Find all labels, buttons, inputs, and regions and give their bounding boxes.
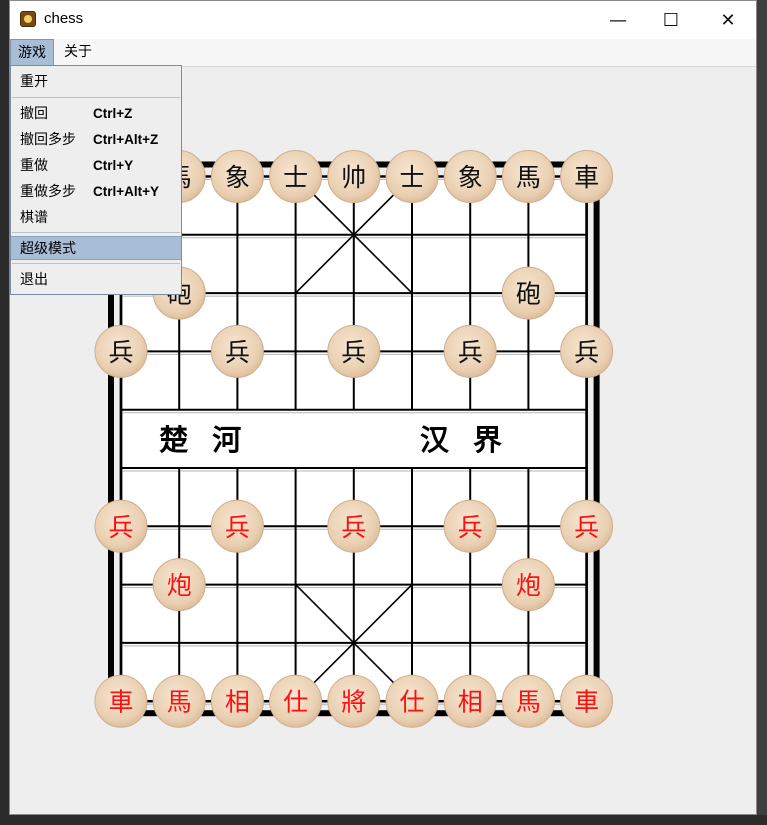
- piece-red[interactable]: 相: [210, 674, 264, 728]
- piece-black[interactable]: 兵: [210, 324, 264, 378]
- menu-item-redo-multi[interactable]: 重做多步 Ctrl+Alt+Y: [11, 180, 181, 204]
- background-editor-bottom: [0, 815, 767, 825]
- piece-label: 將: [341, 688, 366, 717]
- menu-item-exit[interactable]: 退出: [11, 268, 181, 292]
- piece-red[interactable]: 仕: [385, 674, 439, 728]
- piece-label: 兵: [225, 338, 250, 367]
- piece-label: 炮: [167, 571, 192, 600]
- piece-red[interactable]: 車: [94, 674, 148, 728]
- piece-label: 馬: [516, 163, 541, 192]
- menu-item-label: 退出: [20, 272, 48, 288]
- piece-black[interactable]: 象: [443, 150, 497, 203]
- piece-black[interactable]: 砲: [501, 266, 555, 320]
- menu-item-label: 撤回: [20, 106, 48, 122]
- piece-black[interactable]: 車: [560, 150, 614, 203]
- menu-item-label: 超级模式: [20, 241, 76, 257]
- game-menu-dropdown: 重开 撤回 Ctrl+Z 撤回多步 Ctrl+Alt+Z 重做 Ctrl+Y 重…: [10, 65, 182, 295]
- piece-red[interactable]: 馬: [501, 674, 555, 728]
- piece-red[interactable]: 兵: [327, 499, 381, 553]
- piece-red[interactable]: 兵: [94, 499, 148, 553]
- piece-label: 兵: [458, 338, 483, 367]
- menu-item-undo[interactable]: 撤回 Ctrl+Z: [11, 102, 181, 126]
- piece-black[interactable]: 兵: [443, 324, 497, 378]
- piece-label: 兵: [574, 338, 599, 367]
- river-text-left: 楚河: [159, 423, 265, 457]
- piece-black[interactable]: 象: [210, 150, 264, 203]
- river-text-right: 汉界: [420, 423, 526, 457]
- piece-label: 車: [574, 688, 599, 717]
- piece-label: 仕: [399, 688, 424, 717]
- menu-item-label: 撤回多步: [20, 132, 76, 148]
- piece-red[interactable]: 兵: [560, 499, 614, 553]
- piece-label: 相: [458, 688, 483, 717]
- menu-item-super-mode[interactable]: 超级模式: [11, 236, 181, 260]
- menu-item-label: 棋谱: [20, 210, 48, 226]
- menu-item-label: 重开: [20, 74, 48, 90]
- piece-red[interactable]: 炮: [501, 558, 555, 612]
- menu-item-shortcut: Ctrl+Y: [93, 158, 134, 173]
- piece-red[interactable]: 仕: [269, 674, 323, 728]
- piece-black[interactable]: 兵: [327, 324, 381, 378]
- piece-black[interactable]: 士: [385, 150, 439, 203]
- menu-item-shortcut: Ctrl+Alt+Y: [93, 184, 160, 199]
- piece-black[interactable]: 馬: [501, 150, 555, 203]
- piece-label: 士: [399, 163, 424, 192]
- menu-separator: [12, 263, 180, 264]
- piece-label: 炮: [516, 571, 541, 600]
- piece-label: 兵: [108, 513, 133, 542]
- piece-label: 帅: [341, 163, 366, 192]
- menu-item-record[interactable]: 棋谱: [11, 206, 181, 230]
- menu-item-label: 重做多步: [20, 184, 76, 200]
- piece-black[interactable]: 帅: [327, 150, 381, 203]
- piece-red[interactable]: 相: [443, 674, 497, 728]
- piece-black[interactable]: 士: [269, 150, 323, 203]
- piece-label: 兵: [108, 338, 133, 367]
- piece-black[interactable]: 兵: [560, 324, 614, 378]
- piece-label: 兵: [574, 513, 599, 542]
- piece-label: 馬: [516, 688, 541, 717]
- piece-red[interactable]: 車: [560, 674, 614, 728]
- piece-label: 兵: [341, 338, 366, 367]
- piece-label: 仕: [283, 688, 308, 717]
- background-editor-strip: [757, 0, 767, 825]
- piece-red[interactable]: 兵: [210, 499, 264, 553]
- piece-label: 士: [283, 163, 308, 192]
- piece-label: 象: [225, 163, 250, 192]
- piece-label: 兵: [341, 513, 366, 542]
- piece-label: 馬: [167, 688, 192, 717]
- menu-item-undo-multi[interactable]: 撤回多步 Ctrl+Alt+Z: [11, 128, 181, 152]
- menu-separator: [12, 97, 180, 98]
- piece-label: 砲: [516, 280, 541, 309]
- menu-item-restart[interactable]: 重开: [11, 70, 181, 94]
- menu-item-shortcut: Ctrl+Z: [93, 106, 133, 121]
- menu-item-shortcut: Ctrl+Alt+Z: [93, 132, 159, 147]
- piece-red[interactable]: 將: [327, 674, 381, 728]
- chess-window: chess — ☐ ✕ 游戏 关于 楚河汉界車馬象士帅士象馬車砲砲兵兵兵兵兵兵兵…: [9, 0, 757, 815]
- piece-label: 兵: [225, 513, 250, 542]
- piece-red[interactable]: 炮: [152, 558, 206, 612]
- piece-red[interactable]: 兵: [443, 499, 497, 553]
- piece-black[interactable]: 兵: [94, 324, 148, 378]
- piece-red[interactable]: 馬: [152, 674, 206, 728]
- menu-separator: [12, 232, 180, 233]
- menu-item-label: 重做: [20, 158, 48, 174]
- piece-label: 相: [225, 688, 250, 717]
- piece-label: 象: [458, 163, 483, 192]
- piece-label: 車: [108, 688, 133, 717]
- piece-label: 車: [574, 163, 599, 192]
- piece-label: 兵: [458, 513, 483, 542]
- menu-item-redo[interactable]: 重做 Ctrl+Y: [11, 154, 181, 178]
